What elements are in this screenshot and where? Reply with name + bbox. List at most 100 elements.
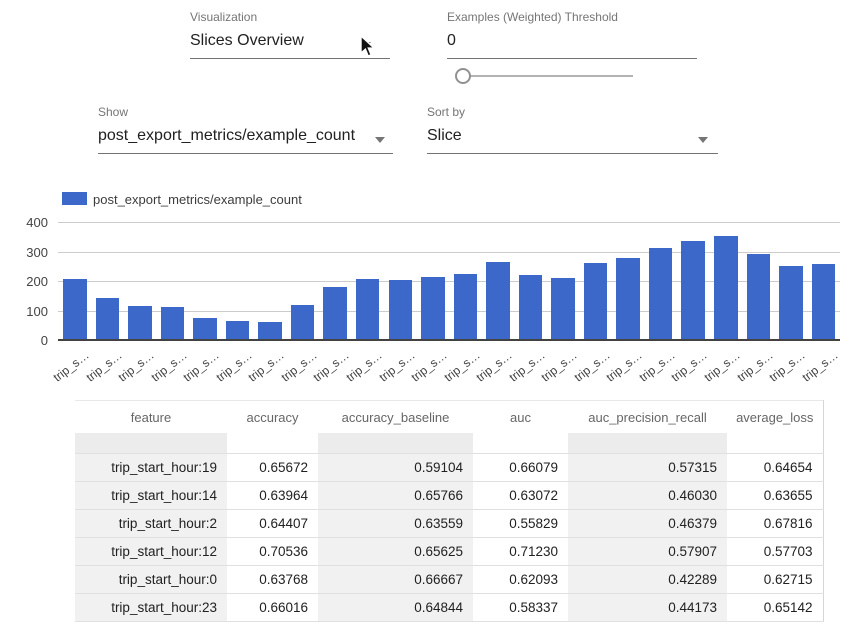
bar[interactable] [128,306,152,340]
table-cell: 0.66016 [227,594,318,622]
table-cell: trip_start_hour:2 [75,510,227,538]
table-cell: 0.57315 [568,454,727,482]
bar[interactable] [258,322,282,340]
legend-label: post_export_metrics/example_count [93,192,302,207]
y-tick-label: 300 [10,245,48,260]
table-header-row: featureaccuracyaccuracy_baselineaucauc_p… [75,401,823,434]
mouse-cursor-icon [359,35,376,57]
bar[interactable] [812,264,836,340]
table-cell: 0.65766 [318,482,473,510]
visualization-label: Visualization [190,10,390,24]
slider-track[interactable] [463,75,633,77]
slider-handle[interactable] [455,68,471,84]
y-tick-label: 0 [10,333,48,348]
bar[interactable] [389,280,413,340]
bar[interactable] [421,277,445,340]
table-cell: 0.42289 [568,566,727,594]
table-cell: 0.63964 [227,482,318,510]
gridline [58,222,840,223]
bar[interactable] [616,258,640,340]
bar[interactable] [193,318,217,340]
table-row: trip_start_hour:230.660160.648440.583370… [75,594,823,622]
bar[interactable] [584,263,608,340]
table-row: trip_start_hour:00.637680.666670.620930.… [75,566,823,594]
bar[interactable] [649,248,673,340]
bar[interactable] [747,254,771,340]
bar[interactable] [323,287,347,340]
filter-cell [727,433,823,454]
table-cell: 0.59104 [318,454,473,482]
table-cell: 0.57703 [727,538,823,566]
filter-cell [318,433,473,454]
sort-by-label: Sort by [427,105,718,119]
bar[interactable] [356,279,380,340]
column-header[interactable]: auc_precision_recall [568,401,727,434]
table-cell: 0.55829 [473,510,568,538]
bar[interactable] [96,298,120,340]
bar[interactable] [63,279,87,340]
column-header[interactable]: feature [75,401,227,434]
bar[interactable] [161,307,185,340]
column-header[interactable]: average_loss [727,401,823,434]
table-cell: 0.65142 [727,594,823,622]
y-tick-label: 200 [10,274,48,289]
bar[interactable] [486,262,510,340]
legend-swatch [62,192,87,205]
table-cell: 0.66079 [473,454,568,482]
table-cell: 0.63655 [727,482,823,510]
table-cell: 0.57907 [568,538,727,566]
table-cell: 0.46379 [568,510,727,538]
sort-by-value: Slice [427,127,462,144]
show-dropdown[interactable]: Show post_export_metrics/example_count [98,105,393,154]
table-cell: 0.64407 [227,510,318,538]
table-cell: trip_start_hour:19 [75,454,227,482]
filter-cell [473,433,568,454]
table-cell: trip_start_hour:14 [75,482,227,510]
table-cell: trip_start_hour:0 [75,566,227,594]
table-cell: 0.62093 [473,566,568,594]
sort-by-dropdown[interactable]: Sort by Slice [427,105,718,154]
column-header[interactable]: accuracy_baseline [318,401,473,434]
table-cell: 0.44173 [568,594,727,622]
bar[interactable] [779,266,803,340]
table-row: trip_start_hour:140.639640.657660.630720… [75,482,823,510]
metrics-table: featureaccuracyaccuracy_baselineaucauc_p… [75,400,824,622]
column-header[interactable]: auc [473,401,568,434]
table-cell: 0.67816 [727,510,823,538]
table-cell: 0.70536 [227,538,318,566]
table-cell: 0.65625 [318,538,473,566]
threshold-input[interactable]: 0 [447,32,456,49]
table-cell: 0.63768 [227,566,318,594]
bar[interactable] [454,274,478,340]
table-cell: 0.63559 [318,510,473,538]
chevron-down-icon[interactable] [375,137,385,143]
show-value: post_export_metrics/example_count [98,127,355,144]
column-header[interactable]: accuracy [227,401,318,434]
table-filter-row [75,433,823,454]
table-cell: 0.63072 [473,482,568,510]
y-tick-label: 100 [10,304,48,319]
chevron-down-icon[interactable] [698,137,708,143]
threshold-slider[interactable] [455,68,633,84]
bar[interactable] [291,305,315,340]
table-cell: 0.71230 [473,538,568,566]
table-cell: trip_start_hour:12 [75,538,227,566]
table-cell: trip_start_hour:23 [75,594,227,622]
bar[interactable] [226,321,250,340]
bar[interactable] [681,241,705,340]
table-cell: 0.64844 [318,594,473,622]
table-cell: 0.65672 [227,454,318,482]
bar[interactable] [519,275,543,340]
threshold-field[interactable]: Examples (Weighted) Threshold 0 [447,10,697,59]
visualization-value: Slices Overview [190,32,304,49]
table-cell: 0.64654 [727,454,823,482]
bar[interactable] [714,236,738,340]
table-row: trip_start_hour:20.644070.635590.558290.… [75,510,823,538]
table-cell: 0.46030 [568,482,727,510]
bar[interactable] [551,278,575,340]
table-cell: 0.58337 [473,594,568,622]
x-axis-line [58,339,840,341]
filter-cell [75,433,227,454]
table-row: trip_start_hour:120.705360.656250.712300… [75,538,823,566]
table-row: trip_start_hour:190.656720.591040.660790… [75,454,823,482]
